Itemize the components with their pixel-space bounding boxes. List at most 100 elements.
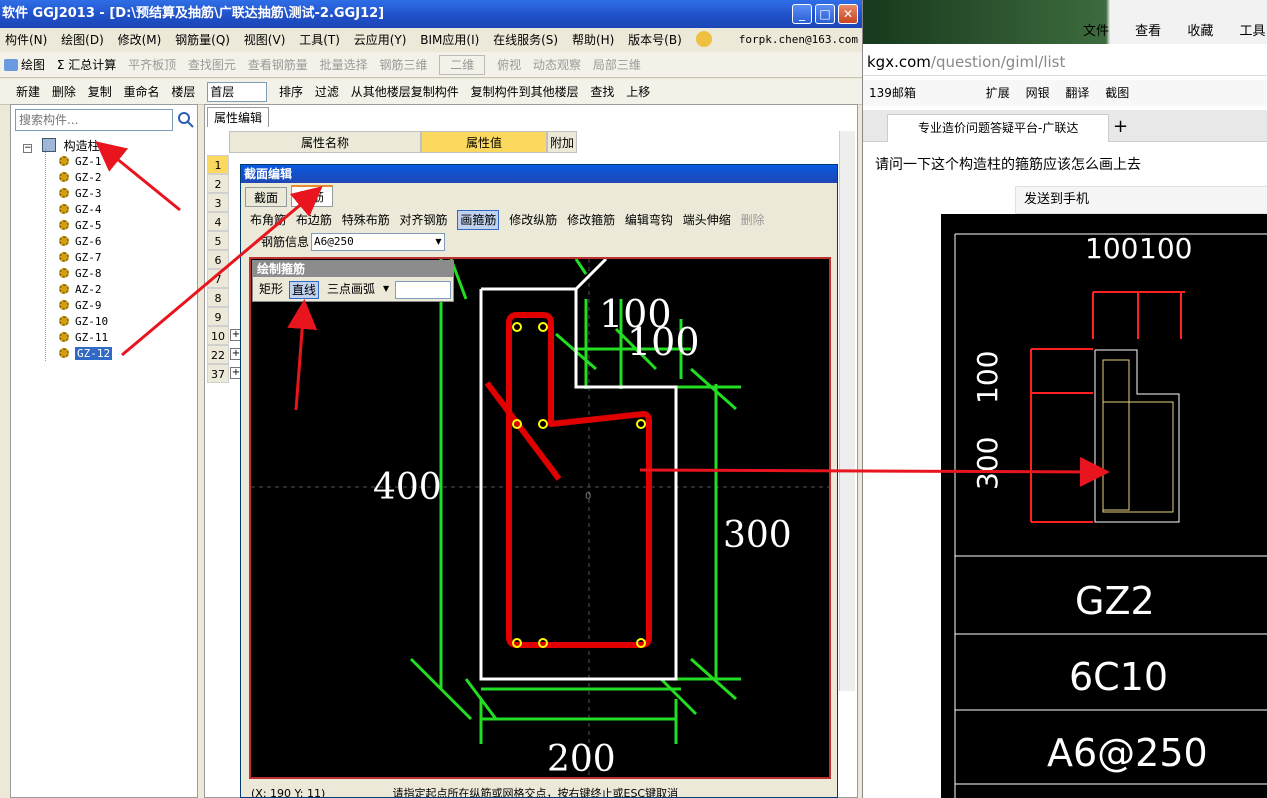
tree-item[interactable]: GZ-1 [59, 155, 102, 168]
favorite-screenshot[interactable]: 截图 [1105, 86, 1129, 100]
tree-item[interactable]: GZ-7 [59, 251, 102, 264]
menu-bim[interactable]: BIM应用(I) [420, 28, 479, 52]
menu-rebar-quantity[interactable]: 钢筋量(Q) [175, 28, 230, 52]
place-corner-bar-button[interactable]: 布角筋 [250, 209, 286, 231]
dynamic-orbit-button[interactable]: 动态观察 [533, 52, 581, 78]
row-number[interactable]: 37 [207, 364, 229, 383]
menu-modify[interactable]: 修改(M) [118, 28, 162, 52]
column-header-value[interactable]: 属性值 [421, 131, 547, 153]
search-icon[interactable] [177, 111, 195, 129]
flush-slab-top-button[interactable]: 平齐板顶 [128, 52, 176, 78]
modify-stirrup-button[interactable]: 修改箍筋 [567, 209, 615, 231]
browser-menu-favorites[interactable]: 收藏 [1187, 24, 1213, 39]
collapse-icon[interactable]: − [23, 144, 32, 153]
tree-item[interactable]: GZ-10 [59, 315, 108, 328]
rename-button[interactable]: 重命名 [124, 79, 160, 105]
row-number[interactable]: 7 [207, 269, 229, 288]
browser-menu-tools[interactable]: 工具 [1239, 24, 1265, 39]
rebar-info-input[interactable]: A6@250 [311, 233, 445, 251]
top-view-button[interactable]: 俯视 [497, 52, 521, 78]
tree-item[interactable]: GZ-2 [59, 171, 102, 184]
chevron-down-icon[interactable]: ▼ [433, 234, 444, 250]
tree-item[interactable]: GZ-8 [59, 267, 102, 280]
row-number[interactable]: 22 [207, 345, 229, 364]
row-number[interactable]: 4 [207, 212, 229, 231]
section-drawing-canvas[interactable]: 100 100 400 300 200 0 [249, 257, 831, 780]
favorite-extensions[interactable]: 扩展 [986, 86, 1010, 100]
row-number[interactable]: 6 [207, 250, 229, 269]
browser-menu-file[interactable]: 文件 [1083, 24, 1109, 39]
modify-longitudinal-button[interactable]: 修改纵筋 [509, 209, 557, 231]
view-2d-select[interactable]: 二维 [439, 55, 486, 75]
row-number[interactable]: 5 [207, 231, 229, 250]
row-number[interactable]: 2 [207, 174, 229, 193]
move-up-button[interactable]: 上移 [626, 79, 650, 105]
tree-item[interactable]: GZ-4 [59, 203, 102, 216]
rebar-3d-button[interactable]: 钢筋三维 [379, 52, 427, 78]
floor-select[interactable]: 首层 [207, 82, 268, 102]
row-number[interactable]: 8 [207, 288, 229, 307]
component-search-input[interactable] [15, 109, 173, 131]
tab-reinforcement[interactable]: 配筋 [291, 185, 334, 207]
row-number[interactable]: 9 [207, 307, 229, 326]
copy-to-floor-button[interactable]: 复制构件到其他楼层 [471, 79, 579, 105]
straight-line-button[interactable]: 直线 [289, 281, 320, 299]
address-bar[interactable]: kgx.com/question/giml/list [863, 48, 1267, 76]
new-button[interactable]: 新建 [16, 79, 40, 105]
sort-button[interactable]: 排序 [279, 79, 303, 105]
menu-view[interactable]: 视图(V) [244, 28, 286, 52]
tree-item[interactable]: GZ-6 [59, 235, 102, 248]
menu-component[interactable]: 构件(N) [5, 28, 47, 52]
column-header-extra[interactable]: 附加 [547, 131, 577, 153]
maximize-button[interactable]: □ [815, 4, 835, 24]
chevron-down-icon[interactable]: ▼ [383, 281, 389, 299]
tab-section[interactable]: 截面 [245, 187, 288, 207]
end-extend-button[interactable]: 端头伸缩 [683, 209, 731, 231]
filter-button[interactable]: 过滤 [315, 79, 339, 105]
close-button[interactable]: ✕ [838, 4, 858, 24]
property-scrollbar[interactable] [839, 131, 855, 691]
menu-online[interactable]: 在线服务(S) [493, 28, 558, 52]
menu-draw[interactable]: 绘图(D) [61, 28, 104, 52]
browser-menu-view[interactable]: 查看 [1135, 24, 1161, 39]
copy-from-floor-button[interactable]: 从其他楼层复制构件 [351, 79, 459, 105]
menu-version[interactable]: 版本号(B) [628, 28, 682, 52]
draw-button[interactable]: 绘图 [4, 52, 45, 78]
tree-item[interactable]: AZ-2 [59, 283, 102, 296]
tree-root-structural-column[interactable]: − 构造柱 [23, 137, 100, 154]
browser-tab-active[interactable]: 专业造价问题答疑平台-广联达 [887, 114, 1109, 142]
batch-select-button[interactable]: 批量选择 [320, 52, 368, 78]
arc-options-select[interactable] [395, 281, 451, 299]
tree-item[interactable]: GZ-11 [59, 331, 108, 344]
special-bar-button[interactable]: 特殊布筋 [342, 209, 390, 231]
place-side-bar-button[interactable]: 布边筋 [296, 209, 332, 231]
view-rebar-quantity-button[interactable]: 查看钢筋量 [248, 52, 308, 78]
align-bar-button[interactable]: 对齐钢筋 [400, 209, 448, 231]
menu-tools[interactable]: 工具(T) [299, 28, 340, 52]
delete-bar-button[interactable]: 删除 [741, 209, 765, 231]
copy-button[interactable]: 复制 [88, 79, 112, 105]
minimize-button[interactable]: _ [792, 4, 812, 24]
row-number[interactable]: 3 [207, 193, 229, 212]
tab-property-edit[interactable]: 属性编辑 [207, 107, 270, 127]
row-number[interactable]: 1 [207, 155, 229, 174]
menu-cloud[interactable]: 云应用(Y) [354, 28, 407, 52]
partial-3d-button[interactable]: 局部三维 [593, 52, 641, 78]
tree-item[interactable]: GZ-3 [59, 187, 102, 200]
favorite-translate[interactable]: 翻译 [1065, 86, 1089, 100]
find-button[interactable]: 查找 [590, 79, 614, 105]
account-label[interactable]: forpk.chen@163.com [739, 28, 858, 52]
tree-item[interactable]: GZ-9 [59, 299, 102, 312]
summary-calc-button[interactable]: Σ 汇总计算 [57, 52, 116, 78]
tree-item[interactable]: GZ-5 [59, 219, 102, 232]
rectangle-button[interactable]: 矩形 [259, 281, 283, 299]
new-tab-button[interactable]: + [1113, 116, 1128, 137]
three-point-arc-button[interactable]: 三点画弧 [327, 281, 375, 299]
menu-help[interactable]: 帮助(H) [572, 28, 614, 52]
favorite-ebank[interactable]: 网银 [1026, 86, 1050, 100]
favorite-139mail[interactable]: 139邮箱 [869, 86, 916, 100]
delete-button[interactable]: 删除 [52, 79, 76, 105]
tree-item-selected[interactable]: GZ-12 [59, 347, 113, 360]
draw-stirrup-button[interactable]: 画箍筋 [457, 210, 500, 230]
column-header-name[interactable]: 属性名称 [229, 131, 421, 153]
